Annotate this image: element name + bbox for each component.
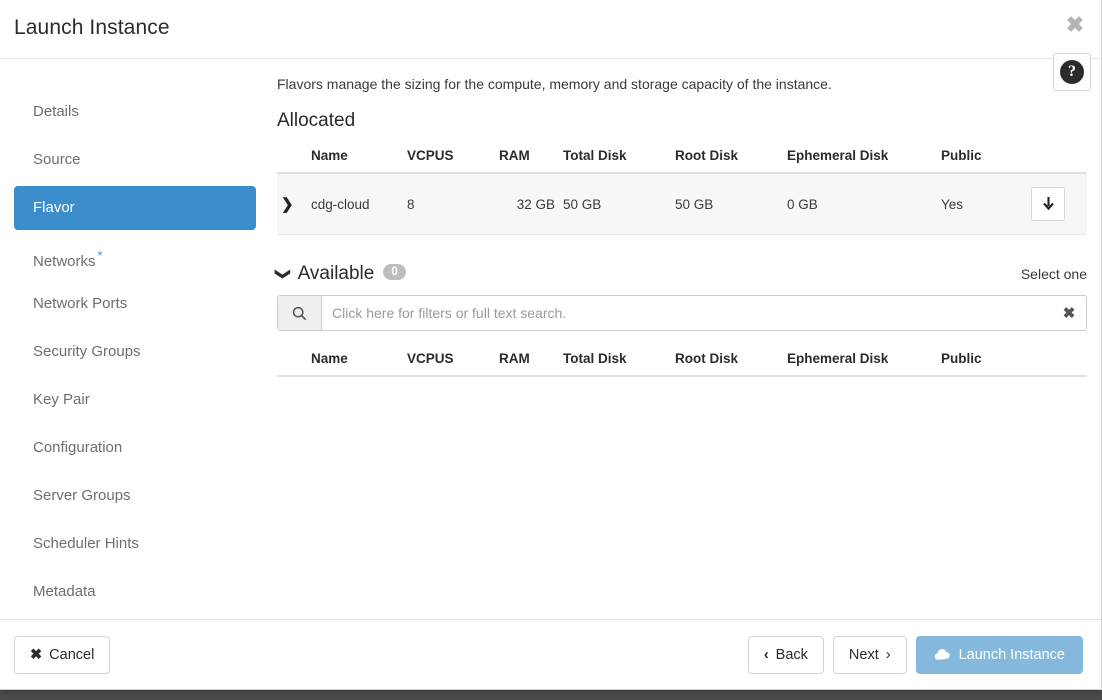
modal-header: Launch Instance ✖: [0, 0, 1101, 59]
sidebar-item-configuration[interactable]: Configuration: [14, 426, 256, 470]
allocated-th-total-disk: Total Disk: [559, 142, 671, 174]
row-vcpus: 8: [403, 173, 495, 235]
sidebar-item-network-ports[interactable]: Network Ports: [14, 282, 256, 326]
sidebar-item-label: Flavor: [33, 199, 75, 216]
row-name: cdg-cloud: [307, 173, 403, 235]
cloud-upload-icon: [934, 648, 951, 661]
row-ephemeral-disk: 0 GB: [783, 173, 937, 235]
allocated-table: Name VCPUS RAM Total Disk Root Disk Ephe…: [277, 142, 1087, 235]
sidebar-item-label: Source: [33, 151, 81, 168]
sidebar-item-label: Networks: [33, 253, 96, 270]
allocated-th-public: Public: [937, 142, 1027, 174]
back-button[interactable]: ‹ Back: [747, 635, 824, 674]
sidebar-item-scheduler-hints[interactable]: Scheduler Hints: [14, 522, 256, 566]
available-th-total-disk: Total Disk: [559, 345, 671, 377]
available-count-badge: 0: [383, 264, 406, 280]
row-total-disk: 50 GB: [559, 173, 671, 235]
flavor-step-content: Flavors manage the sizing for the comput…: [272, 60, 1102, 619]
row-root-disk: 50 GB: [671, 173, 783, 235]
close-icon[interactable]: ✖: [1063, 14, 1087, 38]
sidebar-item-label: Server Groups: [33, 487, 131, 504]
modal-footer: ✖ Cancel ‹ Back Next › Launch Instance: [0, 619, 1101, 689]
sidebar-item-metadata[interactable]: Metadata: [14, 570, 256, 614]
available-table: Name VCPUS RAM Total Disk Root Disk Ephe…: [277, 345, 1087, 377]
page-title: Launch Instance: [14, 16, 170, 39]
allocated-th-spacer: [277, 142, 307, 174]
sidebar-item-details[interactable]: Details: [14, 90, 256, 134]
sidebar-item-label: Configuration: [33, 439, 123, 456]
close-x-icon: ✖: [30, 646, 43, 663]
available-th-name: Name: [307, 345, 403, 377]
available-heading: Available: [297, 263, 375, 284]
sidebar-item-label: Network Ports: [33, 295, 128, 312]
row-action-cell: [1027, 173, 1087, 235]
table-row[interactable]: ❯ cdg-cloud 8 32 GB 50 GB 50 GB 0 GB Yes: [277, 173, 1087, 235]
help-circle-icon: ?: [1060, 60, 1084, 84]
sidebar-item-label: Metadata: [33, 583, 96, 600]
sidebar-item-key-pair[interactable]: Key Pair: [14, 378, 256, 422]
available-section-header: ❯ Available 0 Select one: [274, 263, 1087, 285]
available-header-row: Name VCPUS RAM Total Disk Root Disk Ephe…: [277, 345, 1087, 377]
next-button[interactable]: Next ›: [832, 635, 907, 674]
cancel-button[interactable]: ✖ Cancel: [14, 635, 111, 674]
search-icon: [292, 306, 307, 320]
clear-search-icon[interactable]: ✖: [1052, 296, 1086, 330]
next-label: Next: [848, 646, 879, 663]
available-th-ephemeral-disk: Ephemeral Disk: [783, 345, 937, 377]
sidebar-item-security-groups[interactable]: Security Groups: [14, 330, 256, 374]
arrow-down-icon: [1042, 196, 1054, 210]
row-expand-cell[interactable]: ❯: [277, 173, 307, 235]
wizard-sidebar: Details Source Flavor Networks * Network …: [0, 60, 272, 619]
allocated-th-ram: RAM: [495, 142, 559, 174]
row-public: Yes: [937, 173, 1027, 235]
chevron-down-icon[interactable]: ❯: [274, 268, 292, 281]
chevron-right-icon: ›: [885, 646, 891, 663]
launch-label: Launch Instance: [958, 646, 1065, 663]
flavor-description: Flavors manage the sizing for the comput…: [277, 76, 832, 92]
allocated-heading: Allocated: [277, 110, 356, 131]
chevron-left-icon: ‹: [763, 646, 769, 663]
sidebar-item-networks[interactable]: Networks *: [14, 234, 256, 278]
chevron-right-icon[interactable]: ❯: [281, 195, 294, 213]
sidebar-item-flavor[interactable]: Flavor: [14, 186, 256, 230]
required-asterisk-icon: *: [97, 248, 103, 263]
available-th-spacer: [277, 345, 307, 377]
allocated-th-name: Name: [307, 142, 403, 174]
filter-search-bar[interactable]: ✖: [277, 295, 1087, 331]
sidebar-item-source[interactable]: Source: [14, 138, 256, 182]
sidebar-item-server-groups[interactable]: Server Groups: [14, 474, 256, 518]
allocated-th-ephemeral-disk: Ephemeral Disk: [783, 142, 937, 174]
allocated-th-vcpus: VCPUS: [403, 142, 495, 174]
launch-instance-modal: Launch Instance ✖ ? Details Source Flavo…: [0, 0, 1102, 690]
available-th-root-disk: Root Disk: [671, 345, 783, 377]
available-th-vcpus: VCPUS: [403, 345, 495, 377]
select-one-hint: Select one: [1020, 266, 1087, 282]
search-icon-box[interactable]: [278, 296, 322, 330]
deallocate-button[interactable]: [1031, 187, 1065, 221]
back-label: Back: [775, 646, 808, 663]
allocated-header-row: Name VCPUS RAM Total Disk Root Disk Ephe…: [277, 142, 1087, 174]
sidebar-item-label: Security Groups: [33, 343, 141, 360]
search-input[interactable]: [322, 296, 1052, 330]
allocated-th-root-disk: Root Disk: [671, 142, 783, 174]
help-button[interactable]: ?: [1053, 53, 1091, 91]
available-th-public: Public: [937, 345, 1027, 377]
available-th-actions: [1027, 345, 1087, 377]
sidebar-item-label: Scheduler Hints: [33, 535, 139, 552]
launch-instance-button[interactable]: Launch Instance: [915, 635, 1083, 674]
sidebar-item-label: Details: [33, 103, 79, 120]
available-th-ram: RAM: [495, 345, 559, 377]
sidebar-item-label: Key Pair: [33, 391, 90, 408]
modal-body: Details Source Flavor Networks * Network …: [0, 60, 1101, 619]
cancel-label: Cancel: [49, 646, 95, 663]
allocated-th-actions: [1027, 142, 1087, 174]
row-ram: 32 GB: [495, 173, 559, 235]
